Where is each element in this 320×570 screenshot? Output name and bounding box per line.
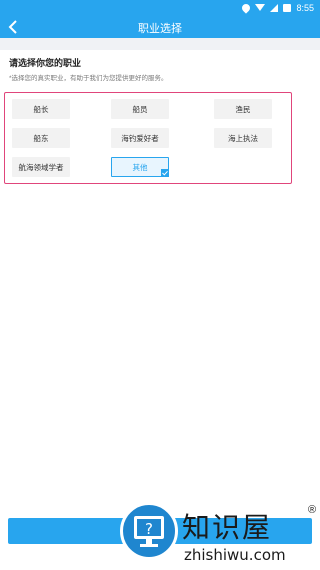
page-title: 职业选择: [138, 23, 182, 35]
option-shipowner[interactable]: 船东: [12, 128, 70, 148]
hint-text: *选择您的真实职业，有助于我们为您提供更好的服务。: [9, 75, 168, 82]
battery-icon: [283, 4, 292, 12]
divider: [0, 38, 320, 50]
question-monitor-icon: ?: [134, 516, 164, 547]
check-icon: [161, 169, 169, 177]
option-other[interactable]: 其他: [111, 157, 169, 177]
occupation-options: 船长 船员 渔民 船东 海钓爱好者 海上执法 航海领域学者 其他: [4, 92, 292, 184]
option-fisherman[interactable]: 渔民: [214, 99, 272, 119]
wifi-icon: [255, 4, 266, 12]
option-sea-angler[interactable]: 海钓爱好者: [111, 128, 169, 148]
option-maritime-scholar[interactable]: 航海领域学者: [12, 157, 70, 177]
status-time: 8:55: [296, 3, 314, 13]
watermark-name: 知识屋: [182, 511, 273, 544]
option-captain[interactable]: 船长: [12, 99, 70, 119]
status-bar: 8:55: [0, 0, 320, 16]
svg-text:?: ?: [145, 520, 153, 538]
section-heading: 请选择你您的职业: [9, 58, 82, 68]
signal-icon: [270, 4, 279, 12]
option-maritime-enforcement[interactable]: 海上执法: [214, 128, 272, 148]
watermark: ? 知识屋 ® zhishiwu.com: [120, 502, 320, 570]
option-crew[interactable]: 船员: [111, 99, 169, 119]
watermark-domain: zhishiwu.com: [184, 546, 286, 564]
watermark-logo: ?: [120, 502, 178, 560]
location-icon: [240, 2, 253, 14]
watermark-registered: ®: [308, 504, 317, 516]
app-bar: 职业选择: [0, 16, 320, 38]
